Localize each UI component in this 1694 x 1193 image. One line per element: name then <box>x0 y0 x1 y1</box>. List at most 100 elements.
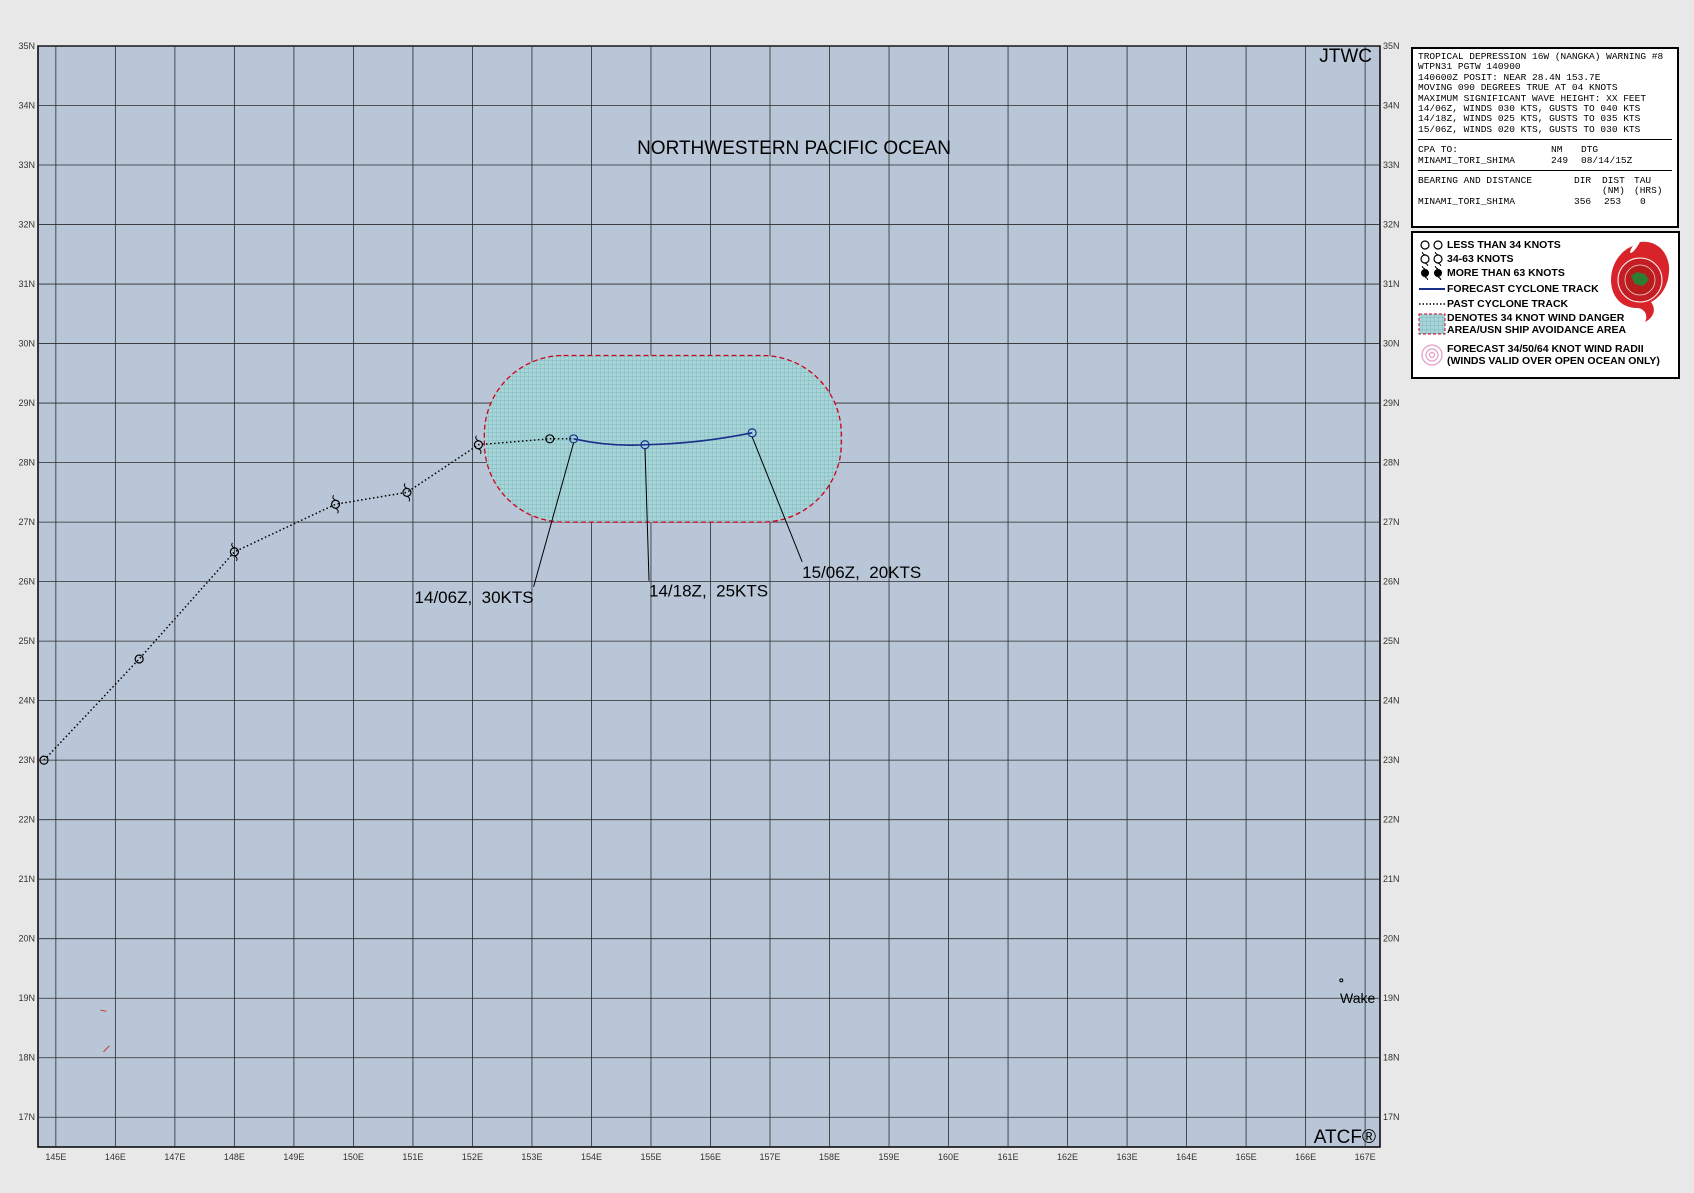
lat-label: 17N <box>18 1112 35 1122</box>
legend-item: MORE THAN 63 KNOTS <box>1417 266 1565 280</box>
cpa-dtg: 08/14/15Z <box>1581 154 1633 166</box>
lon-label: 156E <box>700 1152 721 1162</box>
callout-label: 14/18Z, 25KTS <box>649 582 768 601</box>
lat-label: 30N <box>18 339 35 349</box>
bearing-row: MINAMI_TORI_SHIMA 356 253 0 <box>1418 195 1672 207</box>
lat-label: 19N <box>1383 993 1400 1003</box>
warning-line: 15/06Z, WINDS 020 KTS, GUSTS TO 030 KTS <box>1418 123 1641 135</box>
lon-label: 145E <box>45 1152 66 1162</box>
lat-label: 24N <box>1383 696 1400 706</box>
cyclone-open-icon <box>1417 252 1447 266</box>
bearing-col-dir: DIR <box>1574 175 1592 187</box>
lat-label: 35N <box>18 41 35 51</box>
lon-label: 160E <box>938 1152 959 1162</box>
lon-label: 147E <box>164 1152 185 1162</box>
lat-label: 19N <box>18 993 35 1003</box>
lon-label: 154E <box>581 1152 602 1162</box>
lat-label: 25N <box>18 636 35 646</box>
credit-label: ATCF® <box>1314 1127 1376 1148</box>
lat-label: 28N <box>1383 458 1400 468</box>
divider <box>1418 170 1672 172</box>
cpa-place: MINAMI_TORI_SHIMA <box>1418 154 1515 166</box>
callout-label: 14/06Z, 30KTS <box>415 588 534 607</box>
bearing-dir: 356 <box>1574 195 1592 207</box>
open-circle-icon <box>1417 238 1447 252</box>
lat-label: 18N <box>18 1053 35 1063</box>
lon-label: 159E <box>879 1152 900 1162</box>
bearing-col-tau-unit: (HRS) <box>1634 185 1663 197</box>
lon-label: 148E <box>224 1152 245 1162</box>
lat-label: 33N <box>18 160 35 170</box>
cpa-row: MINAMI_TORI_SHIMA 249 08/14/15Z <box>1418 154 1672 166</box>
lat-label: 30N <box>1383 339 1400 349</box>
lon-label: 151E <box>402 1152 423 1162</box>
lat-label: 24N <box>18 696 35 706</box>
lat-label: 21N <box>18 874 35 884</box>
cpa-nm: 249 <box>1551 154 1569 166</box>
danger-area-swatch-icon <box>1417 312 1447 336</box>
lat-label: 23N <box>18 755 35 765</box>
lon-label: 152E <box>462 1152 483 1162</box>
wind-radii-icon <box>1417 343 1447 367</box>
lat-label: 18N <box>1383 1053 1400 1063</box>
lon-label: 161E <box>998 1152 1019 1162</box>
legend-item: LESS THAN 34 KNOTS <box>1417 238 1561 252</box>
legend-item: 34-63 KNOTS <box>1417 252 1514 266</box>
danger-area <box>483 354 843 523</box>
lat-label: 21N <box>1383 874 1400 884</box>
lat-label: 33N <box>1383 160 1400 170</box>
lon-label: 165E <box>1236 1152 1257 1162</box>
lat-label: 35N <box>1383 41 1400 51</box>
lat-label: 32N <box>1383 220 1400 230</box>
lat-label: 23N <box>1383 755 1400 765</box>
lon-label: 150E <box>343 1152 364 1162</box>
danger-area-shape <box>483 354 843 523</box>
cyclone-filled-icon <box>1417 266 1447 280</box>
warning-info-box: TROPICAL DEPRESSION 16W (NANGKA) WARNING… <box>1411 47 1679 228</box>
lat-label: 28N <box>18 458 35 468</box>
legend-item: FORECAST CYCLONE TRACK <box>1417 282 1599 296</box>
lat-label: 29N <box>1383 398 1400 408</box>
wake-label: Wake <box>1340 990 1375 1006</box>
past-track-dotted-icon <box>1417 297 1447 311</box>
lon-label: 153E <box>521 1152 542 1162</box>
legend-box: LESS THAN 34 KNOTS 34-63 KNOTS MORE THAN… <box>1411 231 1680 379</box>
divider <box>1418 139 1672 141</box>
ocean-label: NORTHWESTERN PACIFIC OCEAN <box>637 138 951 159</box>
lat-label: 22N <box>1383 815 1400 825</box>
lat-label: 20N <box>18 934 35 944</box>
lat-label: 34N <box>1383 101 1400 111</box>
lat-label: 32N <box>18 220 35 230</box>
lon-label: 157E <box>759 1152 780 1162</box>
callout-label: 15/06Z, 20KTS <box>802 563 921 582</box>
lat-label: 26N <box>1383 577 1400 587</box>
lat-label: 27N <box>1383 517 1400 527</box>
lat-label: 27N <box>18 517 35 527</box>
lon-label: 146E <box>105 1152 126 1162</box>
lat-label: 17N <box>1383 1112 1400 1122</box>
jtwc-logo-icon <box>1611 241 1670 322</box>
lat-label: 20N <box>1383 934 1400 944</box>
legend-item: FORECAST 34/50/64 KNOT WIND RADII (WINDS … <box>1417 343 1660 367</box>
lat-label: 26N <box>18 577 35 587</box>
lat-label: 25N <box>1383 636 1400 646</box>
lon-label: 163E <box>1117 1152 1138 1162</box>
forecast-track-line-icon <box>1417 282 1447 296</box>
lon-label: 149E <box>283 1152 304 1162</box>
lon-label: 155E <box>640 1152 661 1162</box>
bearing-dist: 253 <box>1604 195 1622 207</box>
lat-label: 31N <box>1383 279 1400 289</box>
lat-label: 22N <box>18 815 35 825</box>
legend-item: PAST CYCLONE TRACK <box>1417 297 1568 311</box>
lat-label: 34N <box>18 101 35 111</box>
lon-label: 164E <box>1176 1152 1197 1162</box>
lat-label: 31N <box>18 279 35 289</box>
bearing-place: MINAMI_TORI_SHIMA <box>1418 195 1515 207</box>
lon-label: 162E <box>1057 1152 1078 1162</box>
lat-label: 29N <box>18 398 35 408</box>
lon-label: 167E <box>1355 1152 1376 1162</box>
legend-item: DENOTES 34 KNOT WIND DANGER AREA/USN SHIP… <box>1417 312 1626 336</box>
bearing-tau: 0 <box>1640 195 1646 207</box>
lon-label: 166E <box>1295 1152 1316 1162</box>
agency-label: JTWC <box>1319 46 1372 67</box>
